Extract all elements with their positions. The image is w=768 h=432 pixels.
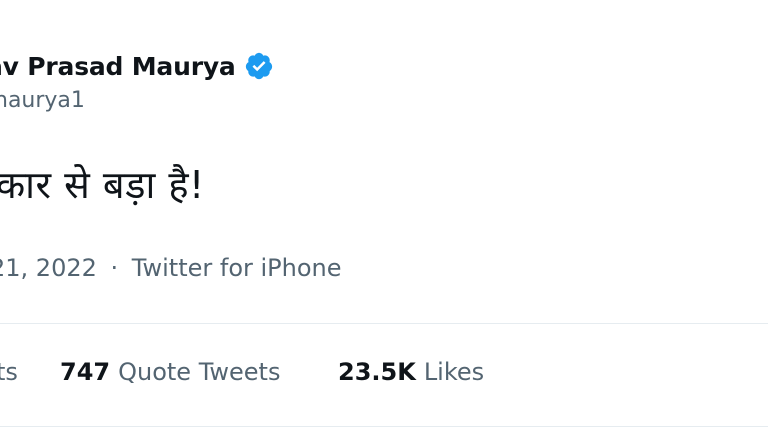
likes-count: 23.5K — [338, 358, 416, 386]
tweet-author-header: av Prasad Maurya — [0, 44, 274, 88]
meta-separator: · — [110, 254, 119, 282]
retweets-label: ts — [0, 358, 18, 386]
quote-tweets-stat[interactable]: 747 Quote Tweets — [60, 358, 280, 386]
likes-label: Likes — [423, 358, 485, 386]
likes-stat[interactable]: 23.5K Likes — [338, 358, 484, 386]
author-display-name[interactable]: av Prasad Maurya — [0, 52, 236, 81]
divider — [0, 323, 768, 324]
divider — [0, 426, 768, 427]
tweet-text: कार से बड़ा है! — [0, 163, 205, 207]
tweet-date[interactable]: 21, 2022 — [0, 254, 97, 282]
verified-badge-icon — [244, 51, 274, 81]
retweets-stat[interactable]: ts — [0, 358, 18, 386]
tweet-meta: 21, 2022 · Twitter for iPhone — [0, 254, 342, 282]
tweet-source[interactable]: Twitter for iPhone — [132, 254, 342, 282]
tweet-card: av Prasad Maurya naurya1 कार से बड़ा है!… — [0, 0, 768, 432]
quote-tweets-count: 747 — [60, 358, 111, 386]
quote-tweets-label: Quote Tweets — [118, 358, 281, 386]
author-handle[interactable]: naurya1 — [0, 88, 85, 113]
